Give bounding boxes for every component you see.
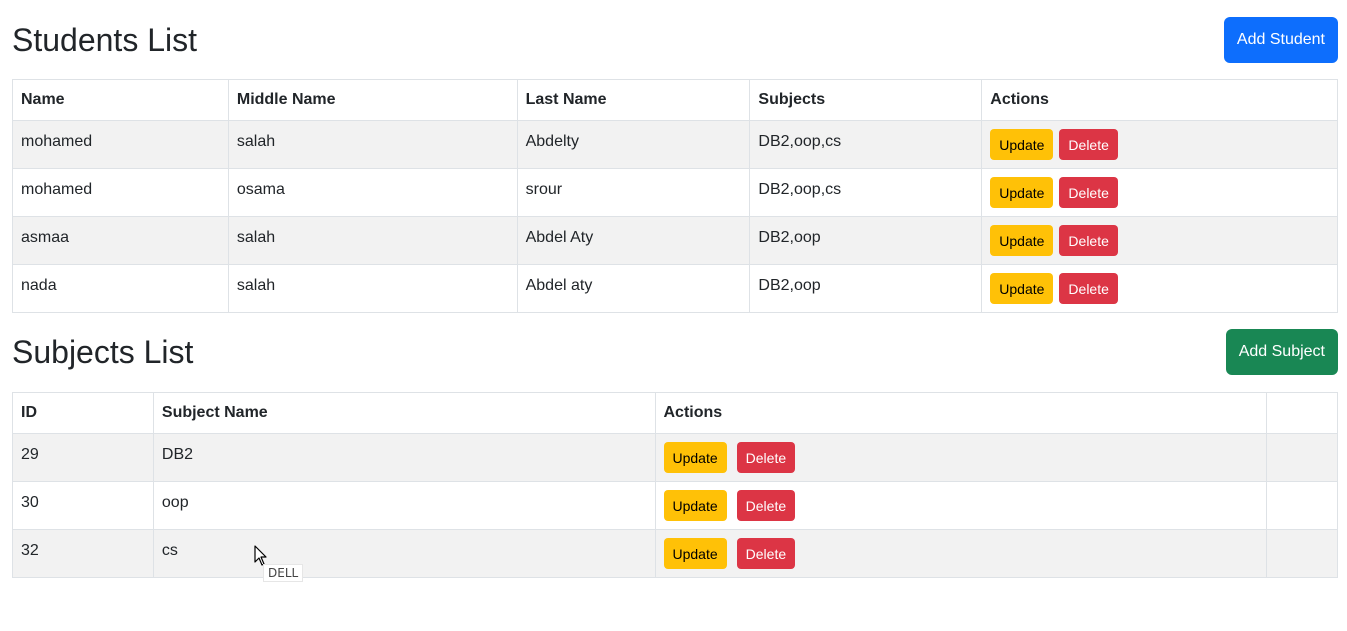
students-header-row: Name Middle Name Last Name Subjects Acti… <box>12 79 1338 121</box>
delete-student-button[interactable]: Delete <box>1059 129 1118 160</box>
subjects-header-row: ID Subject Name Actions <box>12 392 1338 434</box>
delete-subject-button[interactable]: Delete <box>736 538 796 569</box>
subject-actions-cell: Update Delete <box>654 529 1268 578</box>
student-subjects-cell: DB2,oop,cs <box>749 168 983 217</box>
student-last-name-cell: Abdelty <box>516 120 751 169</box>
subject-empty-cell <box>1266 529 1338 578</box>
subject-row: 30 oop Update Delete <box>12 481 1338 530</box>
delete-student-button[interactable]: Delete <box>1059 273 1118 304</box>
student-actions-cell: Update Delete <box>981 168 1338 217</box>
students-header: Students List Add Student <box>12 17 1338 63</box>
update-student-button[interactable]: Update <box>990 177 1054 208</box>
subject-actions-cell: Update Delete <box>654 433 1268 482</box>
column-header-subject-actions: Actions <box>654 392 1268 434</box>
students-title: Students List <box>12 21 197 58</box>
delete-subject-button[interactable]: Delete <box>736 490 796 521</box>
delete-student-button[interactable]: Delete <box>1059 225 1118 256</box>
subject-row: 32 cs Update Delete <box>12 529 1338 578</box>
student-row: nada salah Abdel aty DB2,oop Update Delete <box>12 264 1338 313</box>
student-last-name-cell: Abdel Aty <box>516 216 751 265</box>
student-row: asmaa salah Abdel Aty DB2,oop Update Delete <box>12 216 1338 265</box>
column-header-last-name: Last Name <box>516 79 751 121</box>
add-student-button[interactable]: Add Student <box>1223 17 1338 63</box>
student-actions-cell: Update Delete <box>981 120 1338 169</box>
delete-student-button[interactable]: Delete <box>1059 177 1118 208</box>
subject-name-cell: oop <box>152 481 656 530</box>
subject-name-cell: DB2 <box>152 433 656 482</box>
student-last-name-cell: srour <box>516 168 751 217</box>
student-row: mohamed osama srour DB2,oop,cs Update Delete <box>12 168 1338 217</box>
subject-actions-cell: Update Delete <box>654 481 1268 530</box>
student-name-cell: asmaa <box>12 216 229 265</box>
student-middle-name-cell: salah <box>227 120 518 169</box>
column-header-middle-name: Middle Name <box>227 79 518 121</box>
column-header-actions: Actions <box>981 79 1338 121</box>
update-subject-button[interactable]: Update <box>663 490 727 521</box>
student-actions-cell: Update Delete <box>981 264 1338 313</box>
add-subject-button[interactable]: Add Subject <box>1225 329 1338 375</box>
student-subjects-cell: DB2,oop,cs <box>749 120 983 169</box>
subject-empty-cell <box>1266 481 1338 530</box>
subject-id-cell: 30 <box>12 481 154 530</box>
student-middle-name-cell: osama <box>227 168 518 217</box>
student-last-name-cell: Abdel aty <box>516 264 751 313</box>
student-subjects-cell: DB2,oop <box>749 264 983 313</box>
column-header-empty <box>1266 392 1338 434</box>
student-name-cell: mohamed <box>12 120 229 169</box>
update-student-button[interactable]: Update <box>990 129 1054 160</box>
column-header-subjects: Subjects <box>749 79 983 121</box>
subject-id-cell: 32 <box>12 529 154 578</box>
column-header-id: ID <box>12 392 154 434</box>
update-student-button[interactable]: Update <box>990 273 1054 304</box>
column-header-name: Name <box>12 79 229 121</box>
student-subjects-cell: DB2,oop <box>749 216 983 265</box>
subject-id-cell: 29 <box>12 433 154 482</box>
subjects-header: Subjects List Add Subject <box>12 329 1338 375</box>
delete-subject-button[interactable]: Delete <box>736 442 796 473</box>
update-student-button[interactable]: Update <box>990 225 1054 256</box>
student-name-cell: nada <box>12 264 229 313</box>
update-subject-button[interactable]: Update <box>663 538 727 569</box>
subjects-table: ID Subject Name Actions 29 DB2 Update Delet… <box>12 392 1338 578</box>
students-table: Name Middle Name Last Name Subjects Acti… <box>12 79 1338 313</box>
update-subject-button[interactable]: Update <box>663 442 727 473</box>
student-row: mohamed salah Abdelty DB2,oop,cs Update Delet… <box>12 120 1338 169</box>
subjects-title: Subjects List <box>12 333 194 370</box>
student-middle-name-cell: salah <box>227 264 518 313</box>
subject-name-cell: cs <box>152 529 656 578</box>
cursor-tooltip: DELL <box>263 564 304 582</box>
subject-empty-cell <box>1266 433 1338 482</box>
student-middle-name-cell: salah <box>227 216 518 265</box>
column-header-subject-name: Subject Name <box>152 392 656 434</box>
student-name-cell: mohamed <box>12 168 229 217</box>
student-actions-cell: Update Delete <box>981 216 1338 265</box>
subject-row: 29 DB2 Update Delete <box>12 433 1338 482</box>
